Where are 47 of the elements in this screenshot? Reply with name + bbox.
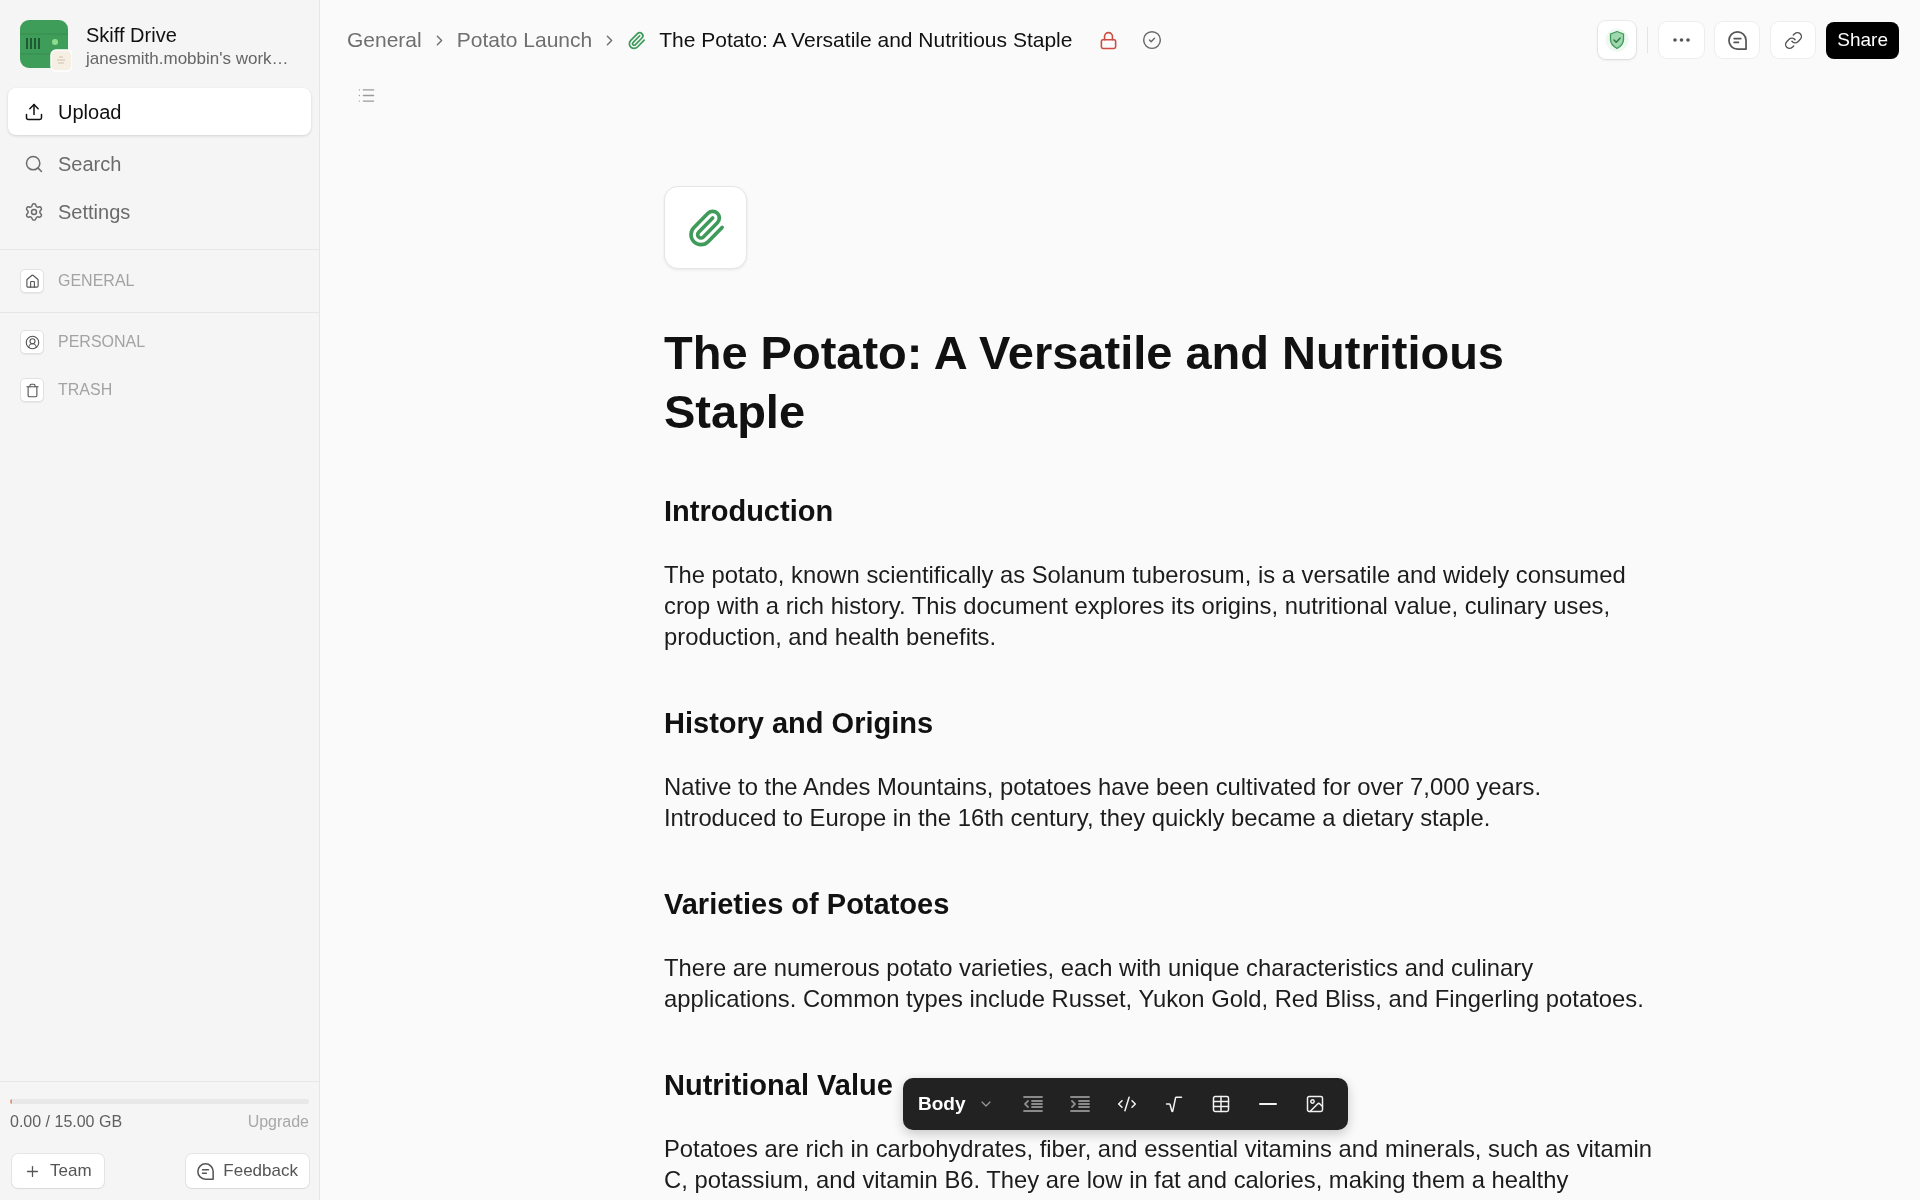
settings-icon xyxy=(24,202,44,222)
search-icon xyxy=(24,154,44,174)
breadcrumb-link[interactable]: Potato Launch xyxy=(456,24,593,56)
paragraph: The potato, known scientifically as Solanum tuberosum, is a versatile and widely consumed crop with a rich history. This document explores its origins, nutritional value, culinary uses, production, and health benefits. xyxy=(664,560,1627,652)
table-icon xyxy=(1210,1094,1231,1114)
breadcrumb-link[interactable]: General xyxy=(347,24,422,56)
paragraph: Native to the Andes Mountains, potatoes have been cultivated for over 7,000 years. Introduced to Europe in the 16th century, they quickly became a dietary staple. xyxy=(664,772,1543,833)
shield-button[interactable] xyxy=(1598,21,1637,59)
app-logo-icon xyxy=(20,20,72,72)
indent-icon xyxy=(1069,1096,1090,1112)
shield-check-icon xyxy=(1605,28,1630,52)
check-circle-icon xyxy=(1142,30,1163,50)
image-icon xyxy=(1304,1094,1325,1114)
house-icon xyxy=(20,269,44,293)
team-button[interactable]: Team xyxy=(12,1154,104,1188)
section-heading: History and Origins xyxy=(664,706,934,741)
upload-icon xyxy=(24,101,44,122)
settings-item[interactable]: Settings xyxy=(8,188,311,236)
speech-bubble-icon xyxy=(1727,30,1747,50)
paperclip-icon xyxy=(627,30,647,50)
text-style-dropdown[interactable]: Body xyxy=(915,1085,997,1123)
link-icon xyxy=(1783,30,1803,50)
workspace-name: Skiff Drive xyxy=(86,23,178,48)
speech-bubble-icon xyxy=(197,1162,215,1180)
upload-button[interactable]: Upload xyxy=(8,88,311,135)
search-item[interactable]: Search xyxy=(8,140,311,188)
trash-icon xyxy=(20,378,44,402)
code-icon xyxy=(1116,1094,1137,1114)
section-heading: Varieties of Potatoes xyxy=(664,887,950,922)
feedback-button[interactable]: Feedback xyxy=(186,1154,309,1188)
horizontal-line-icon xyxy=(1258,1103,1277,1105)
lock-icon xyxy=(1099,30,1119,50)
workspace-subtitle: janesmith.mobbin's work… xyxy=(86,48,289,70)
share-button[interactable]: Share xyxy=(1826,21,1899,59)
square-root-icon xyxy=(1163,1094,1184,1114)
document-paperclip-icon xyxy=(664,186,747,269)
storage-usage: 0.00 / 15.00 GB xyxy=(10,1112,123,1132)
paragraph: There are numerous potato varieties, each with unique characteristics and culinary applications. Common types include Russet, Yukon Gold, Red Bliss, and Fingerling potatoes. xyxy=(664,953,1645,1014)
more-icon xyxy=(1673,38,1691,42)
section-heading: Nutritional Value xyxy=(664,1068,893,1103)
outdent-icon xyxy=(1022,1096,1043,1112)
breadcrumb-document-title: The Potato: A Versatile and Nutritious Staple xyxy=(659,27,1073,54)
document-title: The Potato: A Versatile and Nutritious Staple xyxy=(664,325,1505,440)
comment-button[interactable] xyxy=(1715,22,1760,58)
paragraph: Potatoes are rich in carbohydrates, fiber, and essential vitamins and minerals, such as vitamin C, potassium, and vitamin B6. They are low in fat and calories, making them a healthy xyxy=(664,1134,1654,1195)
section-heading: Introduction xyxy=(664,494,834,529)
link-button[interactable] xyxy=(1771,22,1816,58)
